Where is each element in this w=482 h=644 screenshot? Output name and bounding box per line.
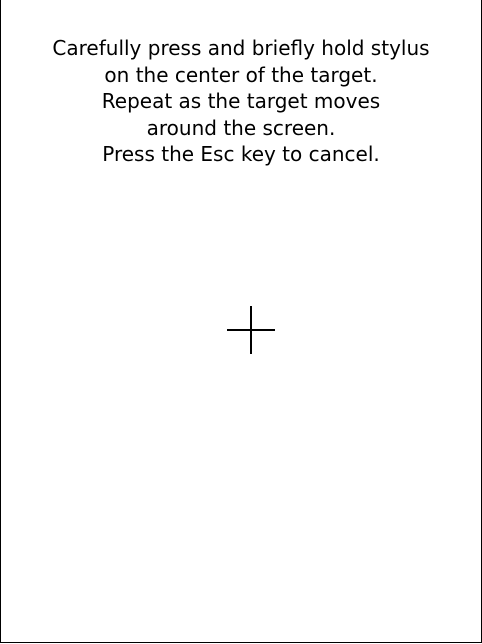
calibration-screen[interactable]: Carefully press and briefly hold stylus … bbox=[0, 0, 482, 643]
instruction-line-3: Repeat as the target moves bbox=[101, 89, 381, 113]
instruction-line-5: Press the Esc key to cancel. bbox=[102, 142, 380, 166]
crosshair-icon[interactable] bbox=[227, 306, 275, 354]
crosshair-vertical-line bbox=[250, 306, 252, 354]
instruction-line-4: around the screen. bbox=[146, 115, 336, 140]
instruction-line-2: on the center of the target. bbox=[104, 62, 378, 87]
instruction-line-1: Carefully press and briefly hold stylus bbox=[52, 36, 430, 60]
calibration-instructions: Carefully press and briefly hold stylus … bbox=[1, 35, 481, 168]
